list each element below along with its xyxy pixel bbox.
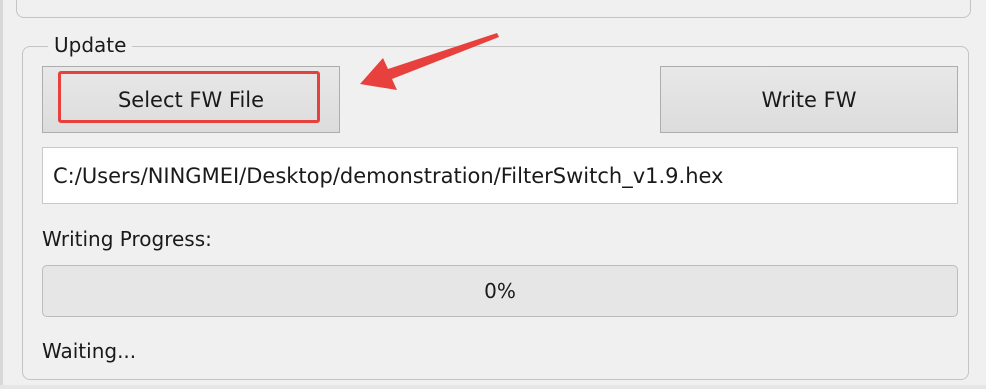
- write-fw-label: Write FW: [761, 87, 857, 112]
- select-fw-file-label: Select FW File: [117, 87, 265, 112]
- update-group-title: Update: [48, 32, 133, 58]
- previous-group-box: [16, 0, 971, 18]
- writing-progress-bar: 0%: [42, 265, 958, 317]
- select-fw-file-button[interactable]: Select FW File: [42, 66, 340, 133]
- fw-file-path-input[interactable]: [42, 147, 958, 204]
- status-text: Waiting...: [42, 339, 137, 363]
- writing-progress-label: Writing Progress:: [42, 227, 212, 251]
- write-fw-button[interactable]: Write FW: [660, 66, 958, 133]
- window-bottom-edge: [0, 385, 986, 389]
- window-left-edge: [0, 0, 3, 389]
- progress-percent-text: 0%: [484, 279, 516, 303]
